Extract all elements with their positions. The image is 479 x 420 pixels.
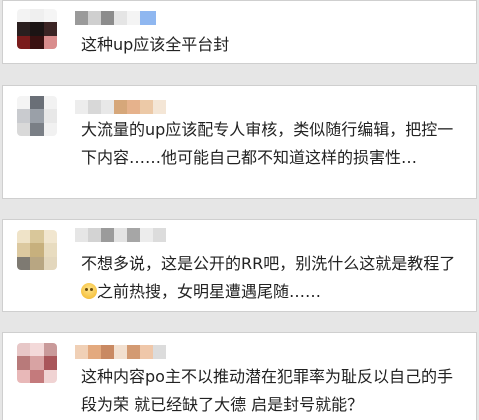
username-blurred[interactable]	[75, 345, 166, 359]
comment-text: 不想多说，这是公开的RR吧，别洗什么这就是教程了之前热搜，女明星遭遇尾随……	[81, 250, 462, 306]
username-blurred[interactable]	[75, 228, 166, 242]
comment-text: 这种up应该全平台封	[81, 35, 230, 54]
avatar[interactable]	[17, 230, 57, 270]
comment-text: 这种内容po主不以推动潜在犯罪率为耻反以自己的手段为荣 就已经缺了大德 启是封号…	[81, 367, 453, 414]
comment-card-3: 不想多说，这是公开的RR吧，别洗什么这就是教程了之前热搜，女明星遭遇尾随……	[2, 219, 477, 312]
comment-text-part-2: 之前热搜，女明星遭遇尾随……	[97, 282, 322, 301]
comment-card-2: 大流量的up应该配专人审核，类似随行编辑，把控一下内容……他可能自己都不知道这样…	[2, 85, 477, 199]
comment-text-part-1: 不想多说，这是公开的RR吧，别洗什么这就是教程了	[81, 254, 456, 273]
avatar[interactable]	[17, 96, 57, 136]
avatar[interactable]	[17, 9, 57, 49]
comment-card-4: 这种内容po主不以推动潜在犯罪率为耻反以自己的手段为荣 就已经缺了大德 启是封号…	[2, 332, 477, 420]
comment-text: 大流量的up应该配专人审核，类似随行编辑，把控一下内容……他可能自己都不知道这样…	[81, 120, 454, 167]
grinning-emoji-icon	[81, 283, 97, 299]
comment-card-1: 这种up应该全平台封	[2, 0, 477, 64]
username-blurred[interactable]	[75, 11, 156, 25]
avatar[interactable]	[17, 343, 57, 383]
username-blurred[interactable]	[75, 100, 166, 114]
